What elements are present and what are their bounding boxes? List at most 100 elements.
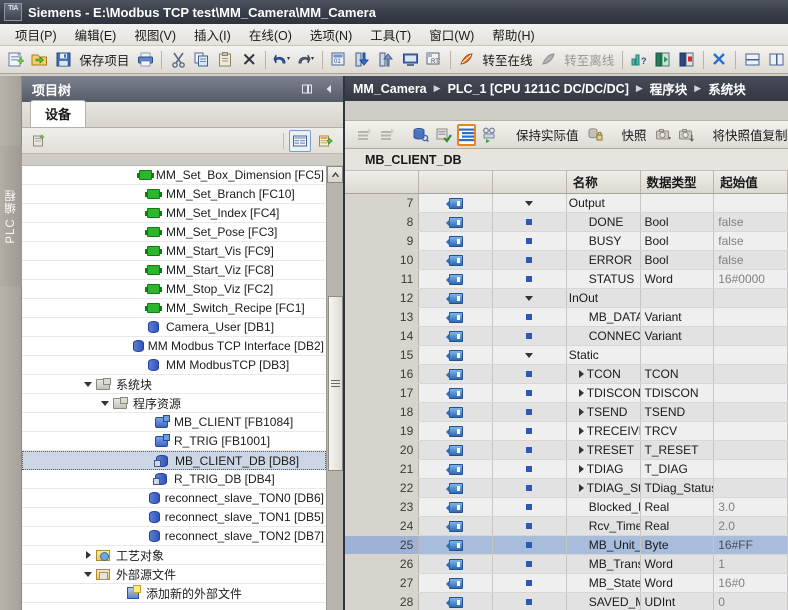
table-row[interactable]: 27MB_StateWord16#0 bbox=[345, 573, 788, 592]
cell-name[interactable]: Blocked_Proc_Timeout bbox=[566, 497, 640, 516]
go-online-label[interactable]: 转至在线 bbox=[478, 50, 536, 69]
cell-name[interactable]: TCON bbox=[566, 364, 640, 383]
cell-datatype[interactable]: UDInt bbox=[640, 592, 714, 610]
snapshot-cam-icon[interactable] bbox=[654, 124, 673, 146]
cell-datatype[interactable]: T_DIAG bbox=[640, 459, 714, 478]
breadcrumb-item-program-blocks[interactable]: 程序块 bbox=[650, 79, 688, 98]
delete-icon[interactable] bbox=[238, 49, 260, 71]
monitor-db-icon[interactable] bbox=[411, 124, 430, 146]
paste-icon[interactable] bbox=[215, 49, 237, 71]
column-header-datatype[interactable]: 数据类型 bbox=[640, 171, 714, 193]
cell-datatype[interactable]: Real bbox=[640, 516, 714, 535]
menu-insert[interactable]: 插入(I) bbox=[185, 23, 240, 46]
new-snapshot-icon[interactable] bbox=[355, 124, 374, 146]
cell-name[interactable]: TRECEIVE bbox=[566, 421, 640, 440]
tree-item-reconnect_slave_ton2-db7[interactable]: reconnect_slave_TON2 [DB7] bbox=[22, 527, 326, 546]
cell-datatype[interactable]: Word bbox=[640, 269, 714, 288]
monitor-check-icon[interactable] bbox=[434, 124, 453, 146]
cell-start-value[interactable] bbox=[714, 288, 788, 307]
table-row[interactable]: 24Rcv_TimeoutReal2.0 bbox=[345, 516, 788, 535]
tree-item-[interactable]: 系统块 bbox=[22, 375, 326, 394]
menu-project[interactable]: 项目(P) bbox=[6, 23, 66, 46]
tree-item-mm_set_pose-fc3[interactable]: MM_Set_Pose [FC3] bbox=[22, 223, 326, 242]
cell-name[interactable]: BUSY bbox=[566, 231, 640, 250]
expand-member-icon[interactable] bbox=[579, 484, 584, 492]
table-row[interactable]: 11STATUSWord16#0000 bbox=[345, 269, 788, 288]
cell-name[interactable]: Rcv_Timeout bbox=[566, 516, 640, 535]
cross-reference-icon[interactable] bbox=[709, 49, 731, 71]
table-row[interactable]: 21TDIAGT_DIAG bbox=[345, 459, 788, 478]
table-row[interactable]: 18TSENDTSEND bbox=[345, 402, 788, 421]
snapshot-cam2-icon[interactable] bbox=[677, 124, 696, 146]
cell-datatype[interactable]: Variant bbox=[640, 326, 714, 345]
monitor-online-icon[interactable] bbox=[480, 124, 499, 146]
collapse-left-icon[interactable] bbox=[321, 81, 337, 97]
table-row[interactable]: 8DONEBoolfalse bbox=[345, 212, 788, 231]
tree-item-mm_start_viz-fc8[interactable]: MM_Start_Viz [FC8] bbox=[22, 261, 326, 280]
cell-name[interactable]: TDISCON bbox=[566, 383, 640, 402]
expand-member-icon[interactable] bbox=[579, 408, 584, 416]
compile-icon[interactable]: 01 bbox=[328, 49, 350, 71]
tree-item-mm_set_index-fc4[interactable]: MM_Set_Index [FC4] bbox=[22, 204, 326, 223]
download-icon[interactable] bbox=[352, 49, 374, 71]
expand-member-icon[interactable] bbox=[579, 446, 584, 454]
menu-options[interactable]: 选项(N) bbox=[301, 23, 361, 46]
cell-start-value[interactable] bbox=[714, 402, 788, 421]
tree-item-mb_client-fb1084[interactable]: MB_CLIENT [FB1084] bbox=[22, 413, 326, 432]
cell-start-value[interactable] bbox=[714, 345, 788, 364]
cell-datatype[interactable] bbox=[640, 193, 714, 212]
menu-online[interactable]: 在线(O) bbox=[240, 23, 301, 46]
cell-name[interactable]: TRESET bbox=[566, 440, 640, 459]
breadcrumb-item-plc[interactable]: PLC_1 [CPU 1211C DC/DC/DC] bbox=[448, 82, 629, 96]
details-view-icon[interactable] bbox=[289, 130, 311, 152]
table-row[interactable]: 17TDISCONTDISCON bbox=[345, 383, 788, 402]
table-row[interactable]: 28SAVED_MB_DATA_AD...UDInt0 bbox=[345, 592, 788, 610]
table-row[interactable]: 23Blocked_Proc_TimeoutReal3.0 bbox=[345, 497, 788, 516]
cell-name[interactable]: MB_Transaction_ID bbox=[566, 554, 640, 573]
new-snapshot2-icon[interactable] bbox=[378, 124, 397, 146]
table-row[interactable]: 14CONNECTVariant bbox=[345, 326, 788, 345]
cell-datatype[interactable] bbox=[640, 345, 714, 364]
tree-item-[interactable]: 工艺对象 bbox=[22, 546, 326, 565]
tree-twisty-right-icon[interactable] bbox=[82, 546, 94, 565]
menu-tools[interactable]: 工具(T) bbox=[361, 23, 420, 46]
table-row[interactable]: 26MB_Transaction_IDWord1 bbox=[345, 554, 788, 573]
cell-datatype[interactable]: Bool bbox=[640, 212, 714, 231]
rail-tab-plc-programming[interactable]: PLC 编程 bbox=[0, 146, 22, 286]
tree-item-reconnect_slave_ton0-db6[interactable]: reconnect_slave_TON0 [DB6] bbox=[22, 489, 326, 508]
diagnostics-icon[interactable]: ? bbox=[628, 49, 650, 71]
breadcrumb-item-system-blocks[interactable]: 系统块 bbox=[708, 79, 746, 98]
tree-item-mm_set_box_dimension-fc5[interactable]: MM_Set_Box_Dimension [FC5] bbox=[22, 166, 326, 185]
cell-name[interactable]: ERROR bbox=[566, 250, 640, 269]
cell-name[interactable]: MB_State bbox=[566, 573, 640, 592]
scroll-thumb[interactable] bbox=[328, 296, 343, 471]
cell-datatype[interactable]: Bool bbox=[640, 250, 714, 269]
cell-datatype[interactable]: Real bbox=[640, 497, 714, 516]
redo-icon[interactable] bbox=[295, 49, 317, 71]
go-offline-icon[interactable] bbox=[537, 49, 559, 71]
tree-item-r_trig_db-db4[interactable]: R_TRIG_DB [DB4] bbox=[22, 470, 326, 489]
save-project-label[interactable]: 保存项目 bbox=[75, 50, 133, 69]
pin-icon[interactable] bbox=[299, 81, 315, 97]
cell-name[interactable]: MB_DATA_PTR bbox=[566, 307, 640, 326]
cell-start-value[interactable]: 2.0 bbox=[714, 516, 788, 535]
overview-icon[interactable] bbox=[315, 130, 337, 152]
tab-devices[interactable]: 设备 bbox=[30, 100, 86, 127]
breadcrumb-item-project[interactable]: MM_Camera bbox=[353, 82, 427, 96]
start-cpu-icon[interactable] bbox=[652, 49, 674, 71]
cell-start-value[interactable] bbox=[714, 307, 788, 326]
open-project-icon[interactable] bbox=[29, 49, 51, 71]
tree-item-[interactable]: 添加新的外部文件 bbox=[22, 584, 326, 603]
cell-start-value[interactable]: false bbox=[714, 250, 788, 269]
menu-view[interactable]: 视图(V) bbox=[125, 23, 185, 46]
menu-help[interactable]: 帮助(H) bbox=[483, 23, 543, 46]
tree-item-reconnect_slave_ton1-db5[interactable]: reconnect_slave_TON1 [DB5] bbox=[22, 508, 326, 527]
cell-start-value[interactable]: 0 bbox=[714, 592, 788, 610]
menu-edit[interactable]: 编辑(E) bbox=[66, 23, 126, 46]
cell-datatype[interactable]: TDiag_Status bbox=[640, 478, 714, 497]
cell-name[interactable]: SAVED_MB_DATA_AD... bbox=[566, 592, 640, 610]
tree-item-mm_start_vis-fc9[interactable]: MM_Start_Vis [FC9] bbox=[22, 242, 326, 261]
table-row[interactable]: 10ERRORBoolfalse bbox=[345, 250, 788, 269]
menu-window[interactable]: 窗口(W) bbox=[420, 23, 483, 46]
print-icon[interactable] bbox=[134, 49, 156, 71]
